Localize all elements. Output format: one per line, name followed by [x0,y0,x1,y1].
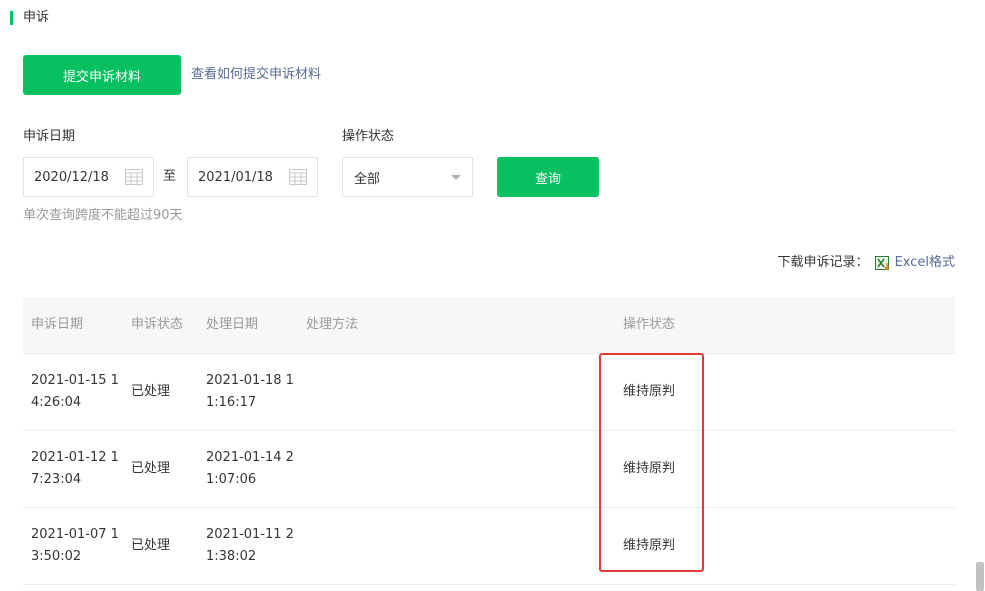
start-date-input[interactable]: 2020/12/18 [23,157,154,197]
appeal-status-cell: 已处理 [131,384,171,399]
query-range-hint: 单次查询跨度不能超过90天 [23,208,183,223]
appeal-records-table: 申诉日期 申诉状态 处理日期 处理方法 操作状态 2021-01-15 14:2… [23,297,955,585]
appeal-date-cell: 2021-01-07 13:50:02 [31,527,119,564]
appeal-status-cell: 已处理 [131,461,171,476]
end-date-value: 2021/01/18 [198,169,273,185]
header-handle-method: 处理方法 [306,317,359,332]
how-to-submit-link[interactable]: 查看如何提交申诉材料 [191,66,321,84]
operation-status-select[interactable]: 全部 [342,157,473,197]
section-accent-bar [10,11,13,25]
handle-date-cell: 2021-01-11 21:38:02 [206,527,294,564]
appeal-date-cell: 2021-01-15 14:26:04 [31,373,119,410]
chevron-down-icon [451,175,461,180]
handle-date-cell: 2021-01-18 11:16:17 [206,373,294,410]
start-date-value: 2020/12/18 [34,169,109,185]
header-appeal-date: 申诉日期 [31,317,84,332]
download-records: 下载申诉记录： Excel格式 [778,254,955,272]
table-row: 2021-01-07 13:50:02 已处理 2021-01-11 21:38… [23,508,955,585]
header-operation-status: 操作状态 [623,317,676,332]
table-row: 2021-01-15 14:26:04 已处理 2021-01-18 11:16… [23,354,955,431]
appeal-status-cell: 已处理 [131,538,171,553]
query-button[interactable]: 查询 [497,157,599,197]
submit-appeal-button[interactable]: 提交申诉材料 [23,55,181,95]
header-appeal-status: 申诉状态 [131,317,184,332]
excel-download-link[interactable]: Excel格式 [895,254,955,272]
header-handle-date: 处理日期 [206,317,259,332]
highlight-annotation-box [599,353,704,572]
handle-date-cell: 2021-01-14 21:07:06 [206,450,294,487]
calendar-icon[interactable] [125,169,143,185]
end-date-input[interactable]: 2021/01/18 [187,157,318,197]
table-row: 2021-01-12 17:23:04 已处理 2021-01-14 21:07… [23,431,955,508]
appeal-date-label: 申诉日期 [23,129,76,144]
appeal-date-cell: 2021-01-12 17:23:04 [31,450,119,487]
vertical-scrollbar[interactable] [976,562,984,591]
operation-status-label: 操作状态 [342,129,395,144]
calendar-icon[interactable] [289,169,307,185]
download-prefix: 下载申诉记录： [777,255,869,270]
section-title: 申诉 [23,10,50,25]
table-header: 申诉日期 申诉状态 处理日期 处理方法 操作状态 [23,297,955,354]
date-range-separator: 至 [163,169,177,184]
excel-icon[interactable] [874,256,891,270]
status-selected-value: 全部 [354,171,381,187]
